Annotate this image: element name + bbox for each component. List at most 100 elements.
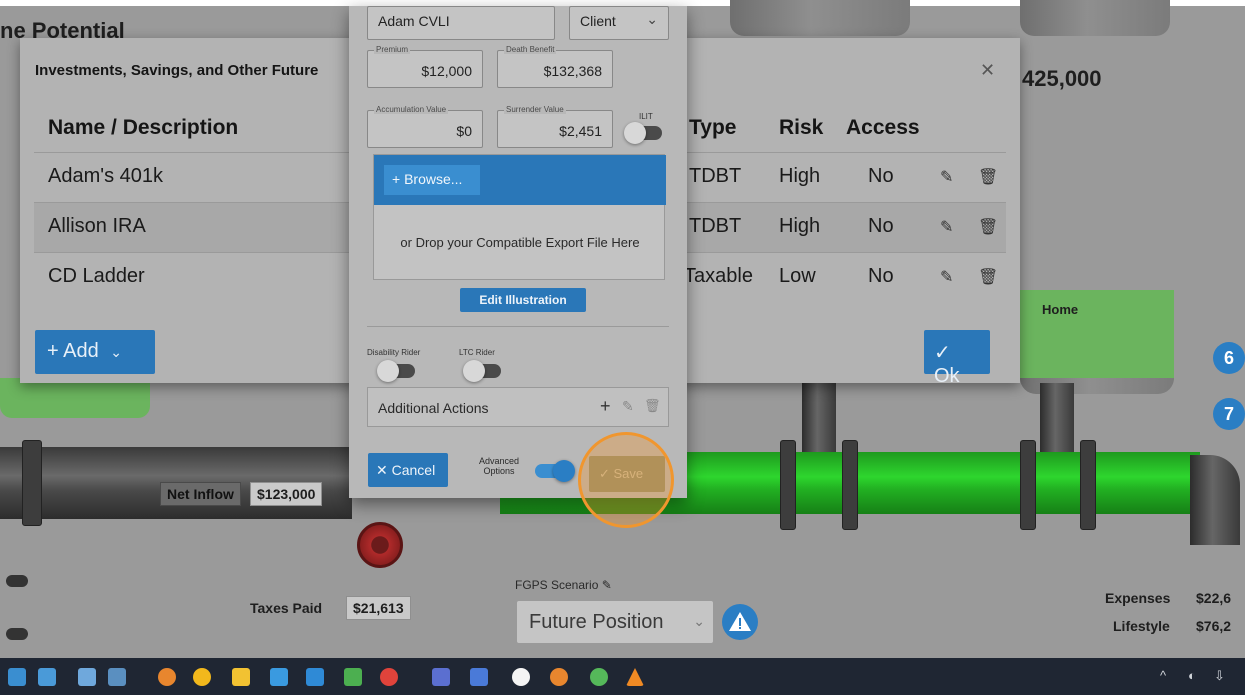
expenses-label: Expenses [1105, 590, 1171, 606]
warning-icon[interactable] [722, 604, 758, 640]
calculator-icon[interactable] [78, 668, 96, 686]
settings-icon[interactable] [270, 668, 288, 686]
pencil-icon[interactable]: ✎ [602, 578, 612, 592]
premium-field[interactable]: Premium $12,000 [367, 45, 483, 88]
disability-rider-label: Disability Rider [367, 348, 421, 357]
ilit-toggle[interactable] [624, 122, 662, 144]
home-tank: Home [1020, 290, 1174, 380]
flange [842, 440, 858, 530]
vlc-icon[interactable] [626, 668, 644, 686]
taskbar-app-icon[interactable] [306, 668, 324, 686]
row-type: TDBT [689, 165, 742, 187]
row-name: Adam's 401k [48, 165, 163, 187]
trash-icon[interactable]: 🗑 [978, 167, 998, 187]
accumulation-value-label: Accumulation Value [374, 105, 449, 114]
row-name: Allison IRA [48, 215, 146, 237]
badge-7[interactable]: 7 [1213, 398, 1245, 430]
row-type: TDBT [689, 215, 742, 237]
pipe-vertical-1 [802, 383, 836, 453]
ltc-rider-label: LTC Rider [459, 348, 495, 357]
owner-select[interactable]: Client ⌄ [569, 6, 669, 40]
home-label: Home [1042, 302, 1079, 317]
firefox-icon[interactable] [158, 668, 176, 686]
column-header-type: Type [689, 116, 737, 139]
edit-pencil-icon[interactable]: ✎ [940, 167, 953, 187]
row-name: CD Ladder [48, 265, 145, 287]
cancel-button[interactable]: ✕ Cancel [368, 453, 448, 487]
owner-value: Client [580, 13, 616, 29]
pipe-elbow [1190, 455, 1240, 545]
edit-pencil-icon[interactable]: ✎ [940, 267, 953, 287]
taskbar-app-icon[interactable] [38, 668, 56, 686]
taskbar-app-icon[interactable] [512, 668, 530, 686]
taskbar-app-icon[interactable] [470, 668, 488, 686]
valve-icon[interactable] [357, 522, 403, 568]
fgps-scenario-label: FGPS Scenario ✎ [515, 578, 612, 592]
edit-illustration-button[interactable]: Edit Illustration [460, 288, 586, 312]
add-button[interactable]: + Add ⌄ [35, 330, 155, 374]
ltc-rider-toggle[interactable] [463, 360, 501, 382]
add-button-label: + Add [47, 340, 99, 362]
death-benefit-label: Death Benefit [504, 45, 557, 54]
taskbar-app-icon[interactable] [590, 668, 608, 686]
left-toggle-2[interactable] [6, 628, 28, 640]
top-right-value: 425,000 [1022, 66, 1102, 91]
taskbar-app-icon[interactable] [8, 668, 26, 686]
flange [22, 440, 42, 526]
network-icon[interactable]: ◐ [1188, 668, 1196, 683]
taskbar-app-icon[interactable] [108, 668, 126, 686]
trash-icon[interactable]: 🗑 [978, 217, 998, 237]
additional-actions-label: Additional Actions [378, 400, 489, 416]
chevron-up-icon[interactable]: ^ [1160, 668, 1166, 683]
surrender-value-field[interactable]: Surrender Value $2,451 [497, 105, 613, 148]
accumulation-value-field[interactable]: Accumulation Value $0 [367, 105, 483, 148]
chevron-down-icon: ⌄ [693, 613, 705, 629]
pipe-vertical-2 [1040, 383, 1074, 453]
death-benefit-value: $132,368 [543, 63, 602, 79]
row-type: Taxable [684, 265, 753, 287]
death-benefit-field[interactable]: Death Benefit $132,368 [497, 45, 613, 88]
taxes-paid-value: $21,613 [346, 596, 411, 620]
taxes-paid-label: Taxes Paid [250, 600, 323, 616]
taskbar-app-icon[interactable] [344, 668, 362, 686]
trash-icon[interactable]: 🗑 [978, 267, 998, 287]
lifestyle-value: $76,2 [1196, 618, 1232, 634]
close-icon[interactable]: ✕ [980, 60, 995, 81]
ok-button[interactable]: ✓ Ok [924, 330, 990, 387]
zoom-icon[interactable] [432, 668, 450, 686]
plus-icon[interactable]: + [600, 396, 611, 417]
row-access: No [868, 265, 894, 287]
upload-dropzone[interactable]: + Browse... or Drop your Compatible Expo… [373, 154, 666, 280]
row-access: No [868, 215, 894, 237]
row-risk: High [779, 165, 821, 187]
disability-rider-toggle[interactable] [377, 360, 415, 382]
usb-icon[interactable]: ⇩ [1214, 668, 1225, 684]
flange [780, 440, 796, 530]
column-header-risk: Risk [779, 116, 824, 139]
upload-header: + Browse... [374, 155, 666, 205]
taskbar-app-icon[interactable] [380, 668, 398, 686]
chrome-icon[interactable] [550, 668, 568, 686]
policy-dialog: Adam CVLI Client ⌄ Premium $12,000 Death… [349, 6, 687, 498]
pencil-icon[interactable]: ✎ [622, 398, 634, 415]
tank-top [730, 0, 910, 36]
ilit-label: ILIT [639, 112, 653, 121]
surrender-value: $2,451 [559, 123, 602, 139]
scenario-select[interactable]: Future Position ⌄ [516, 600, 714, 644]
folder-icon[interactable] [232, 668, 250, 686]
chrome-icon[interactable] [193, 668, 211, 686]
net-inflow-value: $123,000 [250, 482, 323, 506]
chevron-down-icon: ⌄ [110, 344, 123, 360]
trash-icon[interactable]: 🗑 [644, 398, 661, 414]
left-tank [0, 378, 150, 418]
edit-pencil-icon[interactable]: ✎ [940, 217, 953, 237]
additional-actions-row[interactable]: Additional Actions + ✎ 🗑 [367, 387, 669, 427]
browse-button[interactable]: + Browse... [384, 165, 480, 195]
advanced-options-toggle[interactable] [535, 460, 575, 482]
left-toggle-1[interactable] [6, 575, 28, 587]
tank-top-right [1020, 0, 1170, 36]
premium-label: Premium [374, 45, 411, 54]
flange [1020, 440, 1036, 530]
badge-6[interactable]: 6 [1213, 342, 1245, 374]
insured-name-field[interactable]: Adam CVLI [367, 6, 555, 40]
